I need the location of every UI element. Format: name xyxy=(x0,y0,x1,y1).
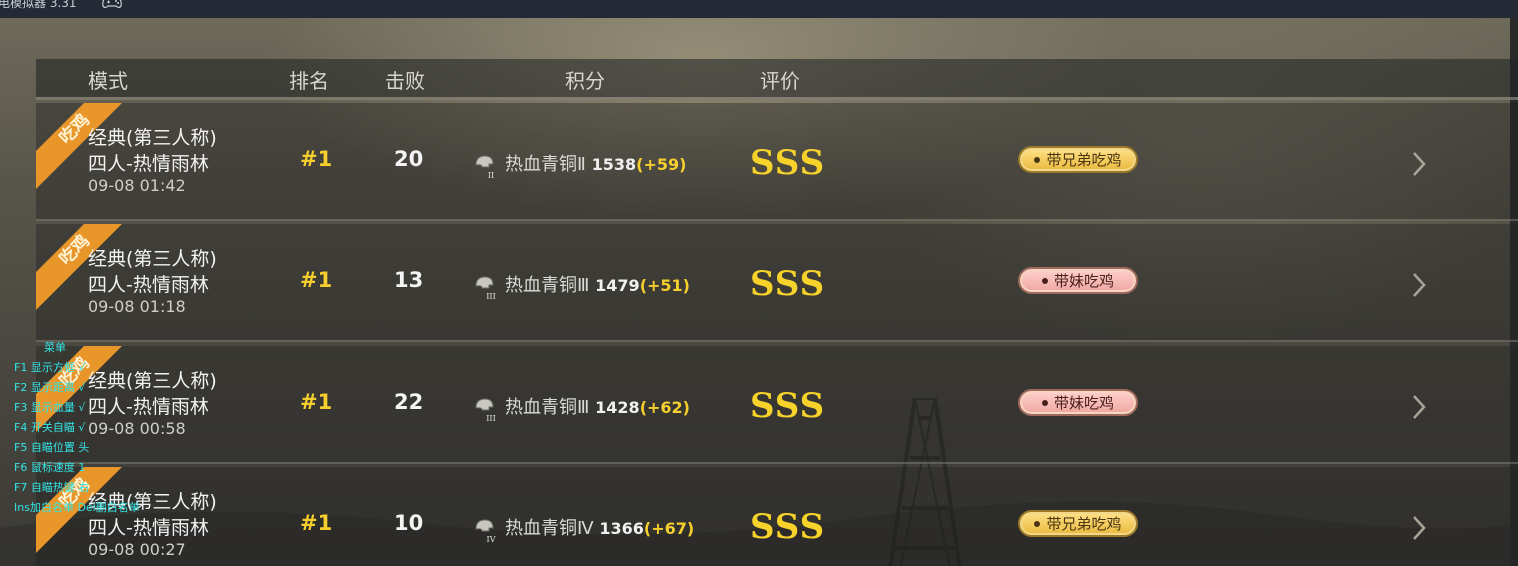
helmet-tier-icon: III xyxy=(475,276,496,300)
header-rank: 排名 xyxy=(289,69,329,93)
match-datetime: 09-08 00:27 xyxy=(88,540,186,559)
tier-score: 1479 xyxy=(595,276,640,295)
team-up-label: 带兄弟吃鸡 xyxy=(1046,151,1122,169)
match-mode: 经典(第三人称) xyxy=(88,248,217,270)
overlay-menu-item: F2 显示距离 √ xyxy=(14,381,86,394)
match-rank: #1 xyxy=(300,390,333,414)
match-rank: #1 xyxy=(300,268,333,292)
team-up-button[interactable]: 带兄弟吃鸡 xyxy=(1018,510,1138,537)
match-datetime: 09-08 01:18 xyxy=(88,297,186,316)
overlay-menu-item: F3 显示血量 √ xyxy=(14,401,86,414)
overlay-menu-item: F6 鼠标速度 1 xyxy=(14,461,86,474)
cheat-overlay-menu: 菜单 F1 显示方框 √ F2 显示距离 √ F3 显示血量 √ F4 开关自瞄 √ F5… xyxy=(14,338,184,518)
header-kills: 击败 xyxy=(385,69,425,93)
window-titlebar: 电模拟器 3.31 xyxy=(0,0,1518,18)
match-map: 四人-热情雨林 xyxy=(88,153,209,175)
score-delta: (+51) xyxy=(639,276,690,295)
pill-dot-icon xyxy=(1041,399,1048,406)
overlay-menu-title: 菜单 xyxy=(44,341,66,354)
match-grade: SSS xyxy=(750,143,826,183)
team-up-label: 带妹吃鸡 xyxy=(1053,394,1114,412)
match-mode: 经典(第三人称) xyxy=(88,127,217,149)
header-score: 积分 xyxy=(565,69,605,93)
row-divider xyxy=(36,462,1518,464)
overlay-menu-item: F1 显示方框 √ xyxy=(14,361,86,374)
match-map: 四人-热情雨林 xyxy=(88,274,209,296)
window-title: 电模拟器 3.31 xyxy=(0,0,77,10)
helmet-tier-icon: III xyxy=(475,398,496,422)
match-grade: SSS xyxy=(750,264,826,304)
match-tier: 热血青铜Ⅳ 1366(+67) xyxy=(505,514,694,540)
tier-name: 热血青铜Ⅲ xyxy=(505,397,590,418)
overlay-menu-item: F5 自瞄位置 头 xyxy=(14,441,90,454)
match-row[interactable]: 吃鸡 经典(第三人称) 四人-热情雨林 09-08 00:27 #1 10 IV… xyxy=(36,467,1518,566)
tier-score: 1538 xyxy=(591,155,637,174)
match-table-header: 模式 排名 击败 积分 评价 xyxy=(36,59,1518,100)
match-kills: 13 xyxy=(394,268,424,292)
tier-level-label: II xyxy=(488,171,494,179)
game-screen: 模式 排名 击败 积分 评价 吃鸡 经典(第三人称) 四人-热情雨林 09-08… xyxy=(0,18,1518,566)
chevron-right-icon[interactable] xyxy=(1408,513,1430,543)
overlay-menu-item: F7 自瞄热键 右 xyxy=(14,481,90,494)
helmet-tier-icon: IV xyxy=(475,519,496,543)
match-tier: 热血青铜Ⅱ 1538(+59) xyxy=(505,150,686,176)
team-up-button[interactable]: 带兄弟吃鸡 xyxy=(1018,146,1138,173)
match-grade: SSS xyxy=(750,507,826,547)
overlay-menu-item: Ins加白名单 Del删白名单 xyxy=(14,501,140,514)
team-up-label: 带兄弟吃鸡 xyxy=(1046,515,1122,533)
tier-name: 热血青铜Ⅳ xyxy=(505,518,594,539)
match-row[interactable]: 吃鸡 经典(第三人称) 四人-热情雨林 09-08 00:58 #1 22 II… xyxy=(36,346,1518,464)
chevron-right-icon[interactable] xyxy=(1408,270,1430,300)
match-grade: SSS xyxy=(750,386,826,426)
match-kills: 20 xyxy=(394,147,424,171)
tier-name: 热血青铜Ⅲ xyxy=(505,275,590,296)
tier-name: 热血青铜Ⅱ xyxy=(505,154,586,175)
tier-score: 1366 xyxy=(599,519,644,538)
header-mode: 模式 xyxy=(88,69,128,93)
team-up-button[interactable]: 带妹吃鸡 xyxy=(1018,267,1138,294)
tier-level-label: III xyxy=(486,414,495,422)
match-rank: #1 xyxy=(300,147,333,171)
tier-score: 1428 xyxy=(595,398,640,417)
score-delta: (+59) xyxy=(636,155,687,174)
team-up-button[interactable]: 带妹吃鸡 xyxy=(1018,389,1138,416)
overlay-menu-item: F4 开关自瞄 √ xyxy=(14,421,86,434)
match-row[interactable]: 吃鸡 经典(第三人称) 四人-热情雨林 09-08 01:42 #1 20 II… xyxy=(36,103,1518,221)
tier-level-label: III xyxy=(486,292,495,300)
header-rating: 评价 xyxy=(760,69,800,93)
gamepad-icon xyxy=(102,0,122,9)
pill-dot-icon xyxy=(1041,277,1048,284)
team-up-label: 带妹吃鸡 xyxy=(1053,272,1114,290)
row-divider xyxy=(36,219,1518,221)
helmet-tier-icon: II xyxy=(475,155,494,179)
match-tier: 热血青铜Ⅲ 1479(+51) xyxy=(505,271,690,297)
match-rank: #1 xyxy=(300,511,333,535)
chevron-right-icon[interactable] xyxy=(1408,149,1430,179)
pill-dot-icon xyxy=(1034,156,1041,163)
pill-dot-icon xyxy=(1034,520,1041,527)
score-delta: (+62) xyxy=(639,398,690,417)
row-divider xyxy=(36,340,1518,342)
chevron-right-icon[interactable] xyxy=(1408,392,1430,422)
match-datetime: 09-08 01:42 xyxy=(88,176,186,195)
match-kills: 22 xyxy=(394,390,424,414)
match-tier: 热血青铜Ⅲ 1428(+62) xyxy=(505,393,690,419)
tier-level-label: IV xyxy=(487,535,496,543)
match-row[interactable]: 吃鸡 经典(第三人称) 四人-热情雨林 09-08 01:18 #1 13 II… xyxy=(36,224,1518,342)
match-kills: 10 xyxy=(394,511,424,535)
score-delta: (+67) xyxy=(643,519,695,538)
